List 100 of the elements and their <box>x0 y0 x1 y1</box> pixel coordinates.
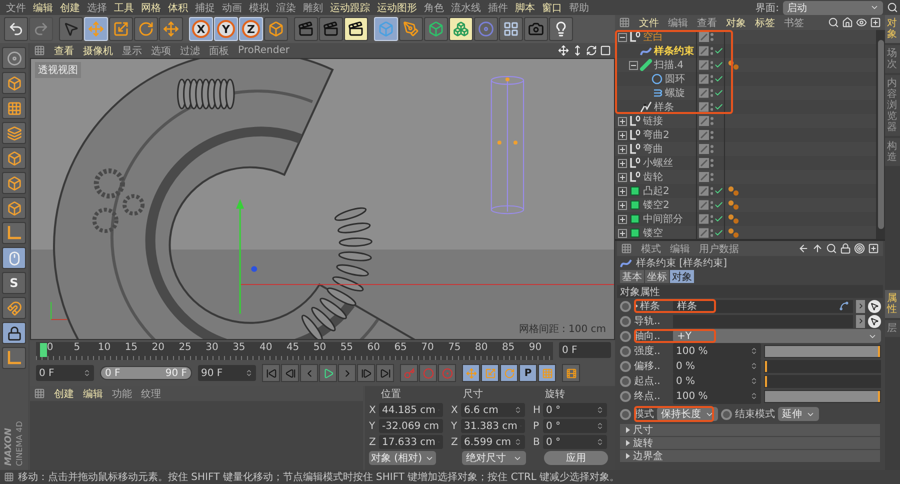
visibility-icon[interactable] <box>699 158 709 168</box>
menu-item[interactable]: 对象 <box>726 16 746 30</box>
points-mode-button[interactable] <box>2 147 26 169</box>
visibility-icon[interactable] <box>699 228 709 238</box>
visibility-icon[interactable] <box>699 88 709 98</box>
menu-item[interactable]: 网格 <box>141 0 161 14</box>
object-row[interactable]: 弯曲2 <box>615 128 876 142</box>
key-rotate-button[interactable] <box>500 364 518 382</box>
link-field[interactable]: 样条 <box>673 300 853 312</box>
animate-toggle[interactable] <box>721 408 732 420</box>
expand-toggle[interactable] <box>618 32 627 42</box>
coordinate-field[interactable]: 0 ° <box>543 403 607 417</box>
workplane-mode-button[interactable] <box>2 122 26 144</box>
menu-item[interactable]: 过滤 <box>180 44 200 58</box>
menu-item[interactable]: 角色 <box>424 0 444 14</box>
side-tab[interactable]: 属性 <box>885 290 900 318</box>
autokey-button[interactable] <box>419 364 437 382</box>
expand-toggle[interactable] <box>618 144 627 154</box>
visibility-icon[interactable] <box>699 214 709 224</box>
workplane-lock-mode-button[interactable] <box>2 322 26 344</box>
key-scale-button[interactable] <box>481 364 499 382</box>
object-row[interactable]: 弯曲 <box>615 142 876 156</box>
size-mode-dropdown[interactable]: 绝对尺寸 <box>462 451 526 465</box>
expand-toggle[interactable] <box>618 116 627 126</box>
floor-button[interactable] <box>499 17 523 41</box>
object-row[interactable]: 镂空2 <box>615 198 876 212</box>
expand-toggle[interactable] <box>618 130 627 140</box>
attribute-tab[interactable]: 基本 <box>620 270 644 283</box>
attribute-tab[interactable]: 对象 <box>670 270 694 283</box>
object-name[interactable]: 链接 <box>643 114 663 128</box>
axis-button[interactable]: Y <box>214 17 238 41</box>
timeline-ruler[interactable]: 0 5 10 15 20 25 30 35 40 45 50 55 60 65 70 75 80 85 90 <box>36 342 553 360</box>
coordinate-field[interactable]: 6.6 cm <box>461 403 525 417</box>
light-button[interactable] <box>549 17 573 41</box>
end-frame-field[interactable]: 90 F <box>198 365 256 381</box>
menu-item[interactable]: 创建 <box>60 0 80 14</box>
visibility-icon[interactable] <box>699 186 709 196</box>
link-field[interactable] <box>673 314 853 328</box>
pick-button[interactable] <box>868 314 881 328</box>
animate-toggle[interactable] <box>620 408 631 420</box>
animate-toggle[interactable] <box>620 330 631 342</box>
visibility-icon[interactable] <box>699 46 709 56</box>
coordinate-field[interactable]: -32.069 cm <box>379 419 443 433</box>
tag-icon[interactable] <box>728 228 739 238</box>
object-mode-button[interactable] <box>2 72 26 94</box>
expand-toggle[interactable] <box>629 60 638 70</box>
visibility-icon[interactable] <box>699 130 709 140</box>
visibility-dots-icon[interactable] <box>710 158 714 168</box>
recent-button[interactable] <box>159 17 183 41</box>
coordinate-field[interactable]: 44.185 cm <box>379 403 443 417</box>
axis-mode-button[interactable] <box>2 347 26 369</box>
rotate-button[interactable] <box>134 17 158 41</box>
magnet-mode-button[interactable] <box>2 297 26 319</box>
menu-item[interactable]: 文件 <box>639 16 659 30</box>
menu-item[interactable]: 运动图形 <box>377 0 417 14</box>
object-row[interactable]: 中间部分 <box>615 212 876 226</box>
object-row[interactable]: 螺旋 <box>615 86 876 100</box>
menu-item[interactable]: 显示 <box>122 44 142 58</box>
side-tab[interactable]: 层 <box>885 320 900 337</box>
menu-item[interactable]: 选项 <box>151 44 171 58</box>
visibility-icon[interactable] <box>699 144 709 154</box>
menu-item[interactable]: 编辑 <box>33 0 53 14</box>
visibility-icon[interactable] <box>699 172 709 182</box>
object-row[interactable]: 齿轮 <box>615 170 876 184</box>
expand-toggle[interactable] <box>618 186 627 196</box>
menu-item[interactable]: 创建 <box>54 386 74 400</box>
tag-icon[interactable] <box>728 214 739 224</box>
object-name[interactable]: 样条 <box>654 100 674 114</box>
expand-toggle[interactable] <box>618 214 627 224</box>
animate-toggle[interactable] <box>620 300 631 312</box>
expand-toggle[interactable] <box>618 228 627 238</box>
axis-button[interactable]: Z <box>239 17 263 41</box>
collapsed-group[interactable]: 尺寸 <box>620 424 880 436</box>
side-tab[interactable]: 内容浏览器 <box>885 75 900 136</box>
menu-item[interactable]: 纹理 <box>141 386 161 400</box>
axis-dropdown[interactable]: +Y <box>673 329 881 343</box>
menu-item[interactable]: 雕刻 <box>303 0 323 14</box>
menu-item[interactable]: 书签 <box>784 16 804 30</box>
visibility-dots-icon[interactable] <box>710 88 714 98</box>
undo-button[interactable] <box>4 17 28 41</box>
object-name[interactable]: 空白 <box>643 30 663 44</box>
slider-track[interactable] <box>764 374 881 388</box>
menu-item[interactable]: 标签 <box>755 16 775 30</box>
animate-toggle[interactable] <box>620 376 631 386</box>
next-key-button[interactable] <box>357 364 375 382</box>
menu-item[interactable]: 动画 <box>222 0 242 14</box>
key-move-button[interactable] <box>462 364 480 382</box>
tag-icon[interactable] <box>728 200 739 210</box>
menu-item[interactable]: 帮助 <box>569 0 589 14</box>
current-frame-field[interactable]: 0 F <box>559 342 611 358</box>
select-button[interactable] <box>59 17 83 41</box>
percent-field[interactable]: 100 % <box>673 343 761 359</box>
animate-toggle[interactable] <box>620 346 631 356</box>
cloner-button[interactable] <box>449 17 473 41</box>
object-row[interactable]: 扫描.4 <box>615 58 876 72</box>
menu-item[interactable]: 体积 <box>168 0 188 14</box>
coordinate-field[interactable]: 17.633 cm <box>379 435 443 449</box>
apply-button[interactable]: 应用 <box>544 451 608 465</box>
render-settings-button[interactable] <box>344 17 368 41</box>
animate-toggle[interactable] <box>620 360 631 372</box>
